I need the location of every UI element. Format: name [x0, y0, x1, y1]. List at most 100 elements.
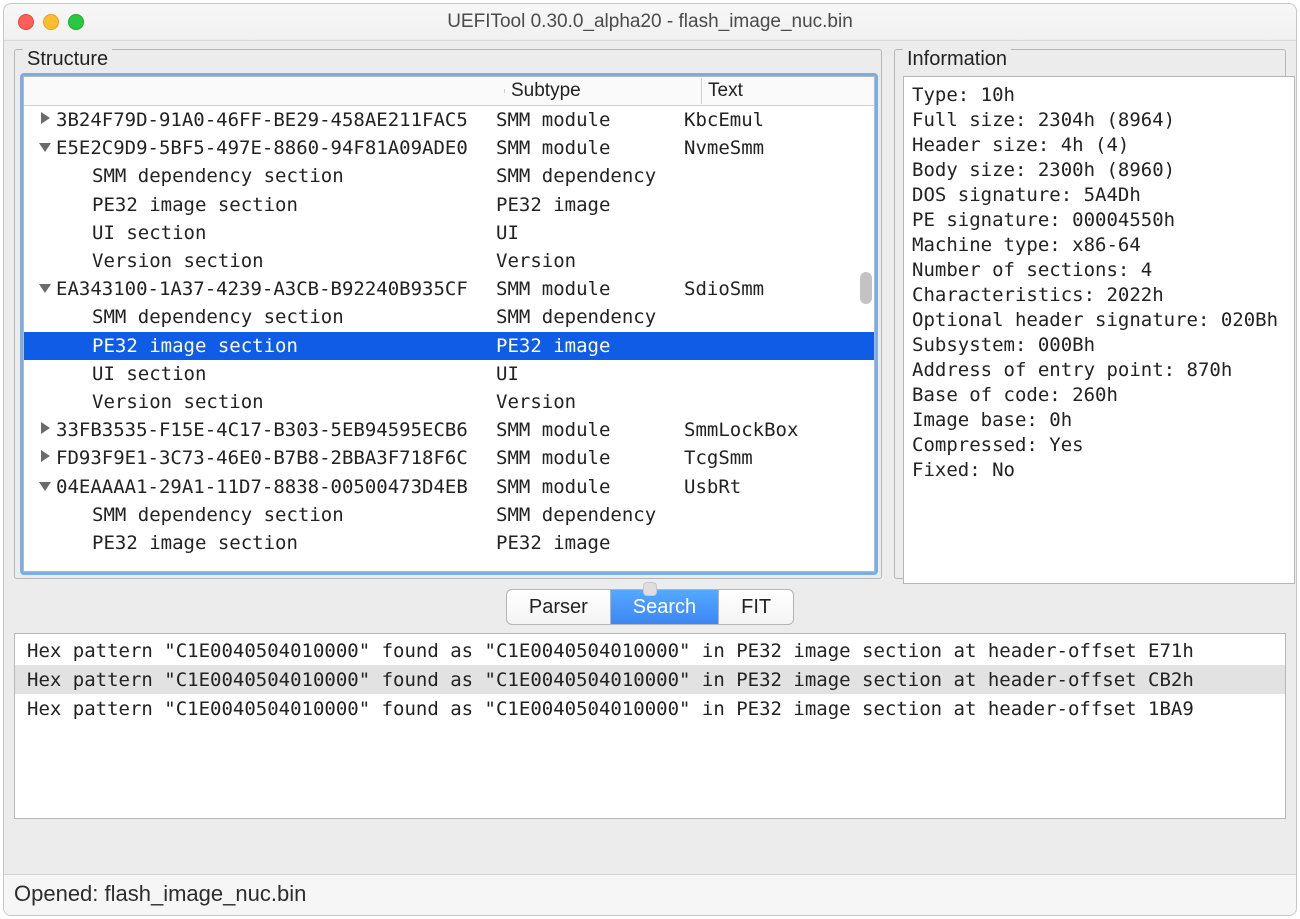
tree-row-text: UsbRt [680, 476, 874, 498]
tree-row-text: NvmeSmm [680, 137, 874, 159]
tree-row-name: SMM dependency section [90, 165, 344, 187]
tree-row-name: FD93F9E1-3C73-46E0-B7B8-2BBA3F718F6C [54, 447, 468, 469]
tab-parser[interactable]: Parser [507, 590, 611, 624]
col-header-name[interactable] [24, 89, 505, 93]
search-results[interactable]: Hex pattern "C1E0040504010000" found as … [14, 633, 1286, 819]
window-title: UEFITool 0.30.0_alpha20 - flash_image_nu… [4, 11, 1296, 33]
tree-row[interactable]: 3B24F79D-91A0-46FF-BE29-458AE211FAC5 SMM … [24, 106, 874, 134]
tree-row[interactable]: PE32 image section PE32 image [24, 191, 874, 219]
tree-row-subtype: SMM dependency [492, 306, 680, 328]
tree-row-subtype: PE32 image [492, 335, 680, 357]
tree-row-name: 33FB3535-F15E-4C17-B303-5EB94595ECB6 [54, 419, 468, 441]
chevron-right-icon[interactable] [36, 450, 54, 466]
info-line: Header size: 4h (4) [912, 133, 1286, 158]
chevron-down-icon[interactable] [36, 140, 54, 156]
info-line: Type: 10h [912, 83, 1286, 108]
content-area: Structure Subtype Text 3B24F79D-91A0-46F… [4, 41, 1296, 874]
chevron-right-icon[interactable] [36, 422, 54, 438]
tree-row-text: SmmLockBox [680, 419, 874, 441]
col-header-subtype[interactable]: Subtype [505, 78, 702, 104]
tree-row-name: UI section [90, 363, 206, 385]
tree-row-name: EA343100-1A37-4239-A3CB-B92240B935CF [54, 278, 468, 300]
info-line: Fixed: No [912, 458, 1286, 483]
tree-row-subtype: Version [492, 391, 680, 413]
tree-row[interactable]: EA343100-1A37-4239-A3CB-B92240B935CF SMM … [24, 275, 874, 303]
tree-row[interactable]: E5E2C9D9-5BF5-497E-8860-94F81A09ADE0 SMM … [24, 134, 874, 162]
information-group: Information Type: 10hFull size: 2304h (8… [894, 49, 1286, 579]
splitter-handle-icon[interactable] [643, 582, 657, 596]
tree-row-name: PE32 image section [90, 194, 298, 216]
tree-row-name: SMM dependency section [90, 504, 344, 526]
info-line: Image base: 0h [912, 408, 1286, 433]
tree-scrollbar-thumb[interactable] [860, 272, 872, 304]
tree-row[interactable]: 04EAAAA1-29A1-11D7-8838-00500473D4EB SMM … [24, 472, 874, 500]
structure-tree[interactable]: Subtype Text 3B24F79D-91A0-46FF-BE29-458… [23, 76, 875, 572]
tab-search[interactable]: Search [611, 590, 719, 624]
info-line: Base of code: 260h [912, 383, 1286, 408]
tree-row[interactable]: Version section Version [24, 247, 874, 275]
info-line: Characteristics: 2022h [912, 283, 1286, 308]
tree-row-subtype: SMM module [492, 109, 680, 131]
tree-row-name: 3B24F79D-91A0-46FF-BE29-458AE211FAC5 [54, 109, 468, 131]
structure-group: Structure Subtype Text 3B24F79D-91A0-46F… [14, 49, 882, 579]
info-line: DOS signature: 5A4Dh [912, 183, 1286, 208]
tree-row-name: PE32 image section [90, 532, 298, 554]
tree-row-name: 04EAAAA1-29A1-11D7-8838-00500473D4EB [54, 476, 468, 498]
tree-row[interactable]: PE32 image section PE32 image [24, 332, 874, 360]
chevron-down-icon[interactable] [36, 281, 54, 297]
information-panel: Type: 10hFull size: 2304h (8964)Header s… [903, 76, 1295, 584]
info-line: Body size: 2300h (8960) [912, 158, 1286, 183]
col-header-text[interactable]: Text [702, 78, 874, 104]
tree-row-subtype: SMM module [492, 278, 680, 300]
structure-title: Structure [23, 48, 112, 71]
tree-row-subtype: SMM dependency [492, 504, 680, 526]
tree-row-subtype: SMM module [492, 476, 680, 498]
status-bar: Opened: flash_image_nuc.bin [4, 874, 1296, 915]
app-window: UEFITool 0.30.0_alpha20 - flash_image_nu… [3, 3, 1297, 916]
tree-row-subtype: SMM module [492, 419, 680, 441]
status-text: Opened: flash_image_nuc.bin [14, 881, 306, 906]
search-result-row[interactable]: Hex pattern "C1E0040504010000" found as … [15, 665, 1285, 694]
tree-scrollbar[interactable] [860, 108, 872, 570]
information-title: Information [903, 48, 1011, 71]
tree-row[interactable]: Version section Version [24, 388, 874, 416]
search-result-row[interactable]: Hex pattern "C1E0040504010000" found as … [15, 694, 1285, 723]
tree-row[interactable]: SMM dependency section SMM dependency [24, 162, 874, 190]
tree-row-subtype: UI [492, 222, 680, 244]
tree-row[interactable]: FD93F9E1-3C73-46E0-B7B8-2BBA3F718F6C SMM … [24, 444, 874, 472]
titlebar[interactable]: UEFITool 0.30.0_alpha20 - flash_image_nu… [4, 4, 1296, 41]
chevron-down-icon[interactable] [36, 479, 54, 495]
info-line: Number of sections: 4 [912, 258, 1286, 283]
tree-row-subtype: PE32 image [492, 194, 680, 216]
chevron-right-icon[interactable] [36, 112, 54, 128]
tree-row-name: SMM dependency section [90, 306, 344, 328]
tree-row-subtype: UI [492, 363, 680, 385]
info-line: Machine type: x86-64 [912, 233, 1286, 258]
tree-row-name: Version section [90, 250, 264, 272]
info-line: PE signature: 00004550h [912, 208, 1286, 233]
tree-row-subtype: SMM module [492, 137, 680, 159]
info-line: Full size: 2304h (8964) [912, 108, 1286, 133]
tree-row-text: KbcEmul [680, 109, 874, 131]
tree-row-text: TcgSmm [680, 447, 874, 469]
info-line: Compressed: Yes [912, 433, 1286, 458]
tree-row-subtype: Version [492, 250, 680, 272]
tree-row[interactable]: UI section UI [24, 219, 874, 247]
tree-row-subtype: SMM module [492, 447, 680, 469]
tree-row-name: UI section [90, 222, 206, 244]
tree-row-name: E5E2C9D9-5BF5-497E-8860-94F81A09ADE0 [54, 137, 468, 159]
pane-splitter[interactable]: Parser Search FIT [14, 587, 1286, 625]
tree-row-subtype: PE32 image [492, 532, 680, 554]
tree-row-name: Version section [90, 391, 264, 413]
tree-row[interactable]: 33FB3535-F15E-4C17-B303-5EB94595ECB6 SMM … [24, 416, 874, 444]
tab-fit[interactable]: FIT [719, 590, 793, 624]
tree-row-name: PE32 image section [90, 335, 298, 357]
tree-row-text: SdioSmm [680, 278, 874, 300]
info-line: Subsystem: 000Bh [912, 333, 1286, 358]
tree-row[interactable]: PE32 image section PE32 image [24, 529, 874, 557]
tree-row[interactable]: SMM dependency section SMM dependency [24, 303, 874, 331]
tree-row-subtype: SMM dependency [492, 165, 680, 187]
tree-row[interactable]: UI section UI [24, 360, 874, 388]
search-result-row[interactable]: Hex pattern "C1E0040504010000" found as … [15, 636, 1285, 665]
tree-row[interactable]: SMM dependency section SMM dependency [24, 501, 874, 529]
